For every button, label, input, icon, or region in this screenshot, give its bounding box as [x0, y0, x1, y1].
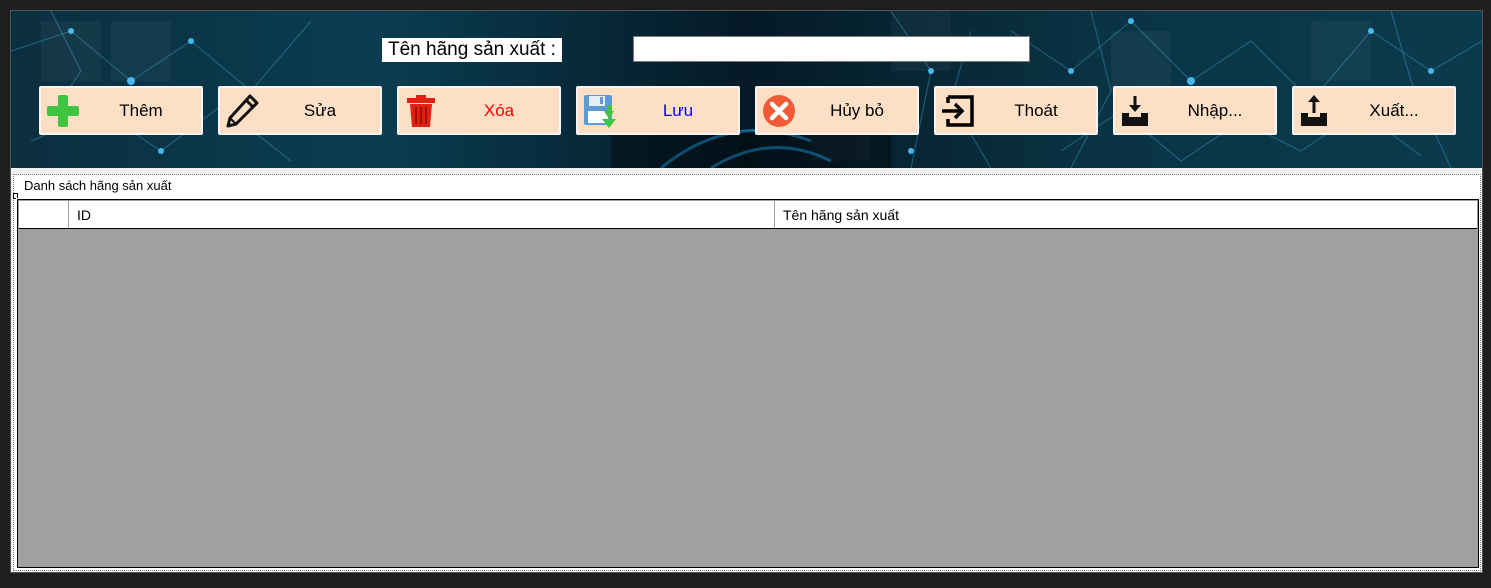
cancel-x-icon — [763, 95, 795, 127]
manufacturer-grid[interactable]: ID Tên hãng sản xuất — [16, 198, 1480, 569]
exit-button-label: Thoát — [1014, 100, 1058, 120]
import-button[interactable]: Nhập... — [1113, 86, 1277, 135]
save-button[interactable]: Lưu — [576, 86, 740, 135]
import-icon — [1122, 96, 1148, 126]
edit-button-label: Sửa — [303, 100, 337, 120]
cancel-button[interactable]: Hủy bỏ — [755, 86, 919, 135]
header-banner: Tên hãng sản xuất : Thêm Sửa Xóa Lưu Hủy… — [11, 11, 1482, 168]
row-header-cell[interactable] — [19, 201, 69, 228]
column-header-manufacturer-name[interactable]: Tên hãng sản xuất — [775, 201, 1477, 228]
import-button-label: Nhập... — [1187, 100, 1243, 120]
delete-button-label: Xóa — [483, 100, 515, 120]
delete-button[interactable]: Xóa — [397, 86, 561, 135]
export-icon — [1301, 95, 1327, 126]
manufacturer-name-label: Tên hãng sản xuất : — [382, 38, 562, 62]
trash-icon — [407, 95, 435, 127]
export-button[interactable]: Xuất... — [1292, 86, 1456, 135]
manufacturer-window: Tên hãng sản xuất : Thêm Sửa Xóa Lưu Hủy… — [10, 10, 1483, 573]
exit-button[interactable]: Thoát — [934, 86, 1098, 135]
cancel-button-label: Hủy bỏ — [830, 100, 884, 120]
floppy-save-icon — [584, 95, 616, 128]
manufacturer-list-group: Danh sách hãng sản xuất ID Tên hãng sản … — [13, 174, 1481, 571]
add-button-label: Thêm — [119, 100, 163, 120]
add-button[interactable]: Thêm — [39, 86, 203, 135]
save-button-label: Lưu — [662, 100, 694, 120]
pencil-icon — [226, 94, 259, 128]
column-header-id[interactable]: ID — [69, 201, 775, 228]
grid-header: ID Tên hãng sản xuất — [19, 201, 1477, 229]
exit-icon — [942, 95, 974, 127]
list-group-title: Danh sách hãng sản xuất — [23, 178, 173, 193]
manufacturer-name-input[interactable] — [633, 36, 1030, 62]
edit-button[interactable]: Sửa — [218, 86, 382, 135]
plus-icon — [47, 95, 79, 127]
export-button-label: Xuất... — [1369, 100, 1419, 120]
